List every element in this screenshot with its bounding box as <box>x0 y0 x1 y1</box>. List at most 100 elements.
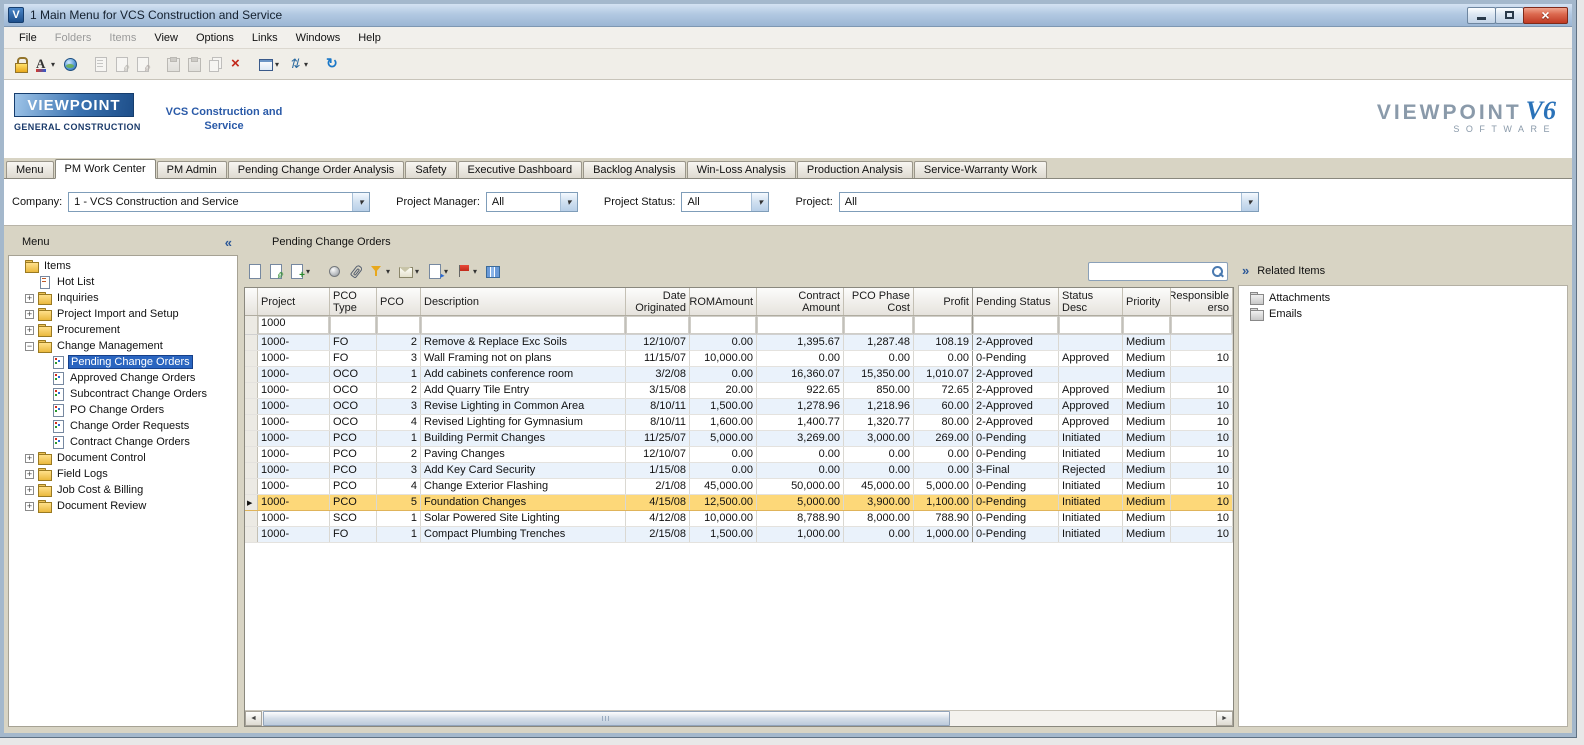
column-header-profit[interactable]: Profit <box>914 288 973 315</box>
scroll-left-button[interactable] <box>245 711 262 726</box>
grid-row[interactable]: 1000- OCO 2 Add Quarry Tile Entry 3/15/08 20.… <box>245 383 1233 399</box>
flag-button[interactable] <box>454 260 481 282</box>
tree-item-inquiries[interactable]: + Inquiries <box>9 290 237 306</box>
grid-row[interactable]: 1000-PCO5Foundation Changes4/15/0812,500… <box>245 495 1233 511</box>
disc-button[interactable] <box>325 260 344 282</box>
tab-production-analysis[interactable]: Production Analysis <box>796 161 913 178</box>
search-box[interactable] <box>1088 261 1228 281</box>
column-header-pco-phase-cost[interactable]: PCO Phase Cost <box>844 288 914 315</box>
tab-safety[interactable]: Safety <box>405 161 457 178</box>
page-edit-button[interactable] <box>112 53 131 75</box>
column-header-description[interactable]: Description <box>421 288 626 315</box>
tree-item-items[interactable]: Items <box>9 258 237 274</box>
grid-row[interactable]: 1000- OCO 4 Revised Lighting for Gymnasium 8… <box>245 415 1233 431</box>
project-status-select[interactable]: All <box>681 192 770 212</box>
menu-links[interactable]: Links <box>243 30 287 46</box>
grid-row[interactable]: 1000- FO 1 Compact Plumbing Trenches 2/15/08… <box>245 527 1233 543</box>
refresh-button[interactable] <box>323 53 342 75</box>
grid-row[interactable]: 1000- FO 2 Remove & Replace Exc Soils 12/10/… <box>245 335 1233 351</box>
scroll-right-button[interactable] <box>1216 711 1233 726</box>
delete-button[interactable] <box>226 53 245 75</box>
tab-backlog-analysis[interactable]: Backlog Analysis <box>583 161 686 178</box>
menu-view[interactable]: View <box>145 30 187 46</box>
row-selector[interactable] <box>245 335 258 350</box>
menu-items[interactable]: Items <box>100 30 145 46</box>
row-selector[interactable] <box>245 511 258 526</box>
tree-item-field-logs[interactable]: + Field Logs <box>9 466 237 482</box>
column-header-priority[interactable]: Priority <box>1123 288 1171 315</box>
company-select[interactable]: 1 - VCS Construction and Service <box>68 192 371 212</box>
grid-row[interactable]: 1000- SCO 1 Solar Powered Site Lighting 4/12… <box>245 511 1233 527</box>
menu-windows[interactable]: Windows <box>287 30 350 46</box>
project-manager-dropdown-button[interactable] <box>559 193 577 211</box>
copy-button[interactable] <box>205 53 224 75</box>
tree-item-subcontract-change-orders[interactable]: Subcontract Change Orders <box>9 386 237 402</box>
scrollbar-track[interactable] <box>262 711 1216 726</box>
column-header-rom-amount[interactable]: ROMAmount <box>690 288 757 315</box>
expander-minus-icon[interactable]: − <box>25 341 34 351</box>
new-record-button[interactable] <box>245 260 264 282</box>
tree-item-job-cost-billing[interactable]: + Job Cost & Billing <box>9 482 237 498</box>
grid-row[interactable]: 1000- PCO 1 Building Permit Changes 11/25/07… <box>245 431 1233 447</box>
tree-item-document-control[interactable]: + Document Control <box>9 450 237 466</box>
paperclip-button[interactable] <box>346 260 365 282</box>
grid-row[interactable]: 1000- PCO 2 Paving Changes 12/10/07 0.00 0.00 0… <box>245 447 1233 463</box>
row-selector[interactable] <box>245 367 258 382</box>
tree-item-document-review[interactable]: + Document Review <box>9 498 237 514</box>
tree-item-hot-list[interactable]: Hot List <box>9 274 237 290</box>
expander-plus-icon[interactable]: + <box>25 325 34 335</box>
expander-plus-icon[interactable]: + <box>25 469 34 479</box>
menu-help[interactable]: Help <box>349 30 390 46</box>
column-header-pending-status[interactable]: Pending Status <box>973 288 1059 315</box>
related-item-attachments[interactable]: Attachments <box>1241 290 1565 306</box>
menu-file[interactable]: File <box>10 30 46 46</box>
row-selector[interactable] <box>245 351 258 366</box>
grid-row[interactable]: 1000- PCO 4 Change Exterior Flashing 2/1/08 4… <box>245 479 1233 495</box>
row-selector[interactable] <box>245 527 258 542</box>
tree-item-approved-change-orders[interactable]: Approved Change Orders <box>9 370 237 386</box>
column-header-project[interactable]: Project <box>258 288 330 315</box>
company-dropdown-button[interactable] <box>352 193 370 211</box>
column-header-responsible-person[interactable]: Responsible erso <box>1171 288 1233 315</box>
project-manager-select[interactable]: All <box>485 192 578 212</box>
clipboard-button[interactable] <box>163 53 182 75</box>
collapse-menu-button[interactable]: « <box>225 235 232 250</box>
tree-item-change-management[interactable]: − Change Management <box>9 338 237 354</box>
tree-item-project-import-and-setup[interactable]: + Project Import and Setup <box>9 306 237 322</box>
expander-plus-icon[interactable]: + <box>25 485 34 495</box>
expand-related-button[interactable]: » <box>1242 263 1249 278</box>
minimize-button[interactable] <box>1467 6 1496 24</box>
row-selector[interactable] <box>245 447 258 462</box>
page-lines-button[interactable] <box>91 53 110 75</box>
tab-service-warranty-work[interactable]: Service-Warranty Work <box>913 161 1047 178</box>
project-status-dropdown-button[interactable] <box>751 193 769 211</box>
grid-row[interactable]: 1000- FO 3 Wall Framing not on plans 11/15/0… <box>245 351 1233 367</box>
expander-plus-icon[interactable]: + <box>25 293 34 303</box>
tree-item-contract-change-orders[interactable]: Contract Change Orders <box>9 434 237 450</box>
related-item-emails[interactable]: Emails <box>1241 306 1565 322</box>
clipboard-arrow-button[interactable] <box>184 53 203 75</box>
tab-executive-dashboard[interactable]: Executive Dashboard <box>457 161 583 178</box>
horizontal-scrollbar[interactable] <box>245 710 1233 726</box>
search-icon[interactable] <box>1211 265 1224 278</box>
lock-button[interactable] <box>11 53 30 75</box>
export-page-button[interactable] <box>425 260 452 282</box>
row-selector[interactable] <box>245 463 258 478</box>
expander-plus-icon[interactable]: + <box>25 501 34 511</box>
titlebar[interactable]: V 1 Main Menu for VCS Construction and S… <box>4 4 1572 27</box>
column-header-status-desc[interactable]: Status Desc <box>1059 288 1123 315</box>
row-selector[interactable] <box>245 383 258 398</box>
tree-item-po-change-orders[interactable]: PO Change Orders <box>9 402 237 418</box>
grid-row[interactable]: 1000- PCO 3 Add Key Card Security 1/15/08 0.0… <box>245 463 1233 479</box>
menu-folders[interactable]: Folders <box>46 30 101 46</box>
sort-updown-button[interactable] <box>285 53 312 75</box>
form-window-button[interactable] <box>256 53 283 75</box>
row-selector[interactable] <box>245 431 258 446</box>
grid-row[interactable]: 1000 <box>245 316 1233 335</box>
column-chooser-button[interactable] <box>483 260 502 282</box>
close-button[interactable] <box>1523 6 1568 24</box>
search-input[interactable] <box>1089 265 1211 277</box>
filter-funnel-button[interactable] <box>367 260 394 282</box>
row-selector[interactable] <box>245 316 258 334</box>
expander-plus-icon[interactable]: + <box>25 309 34 319</box>
